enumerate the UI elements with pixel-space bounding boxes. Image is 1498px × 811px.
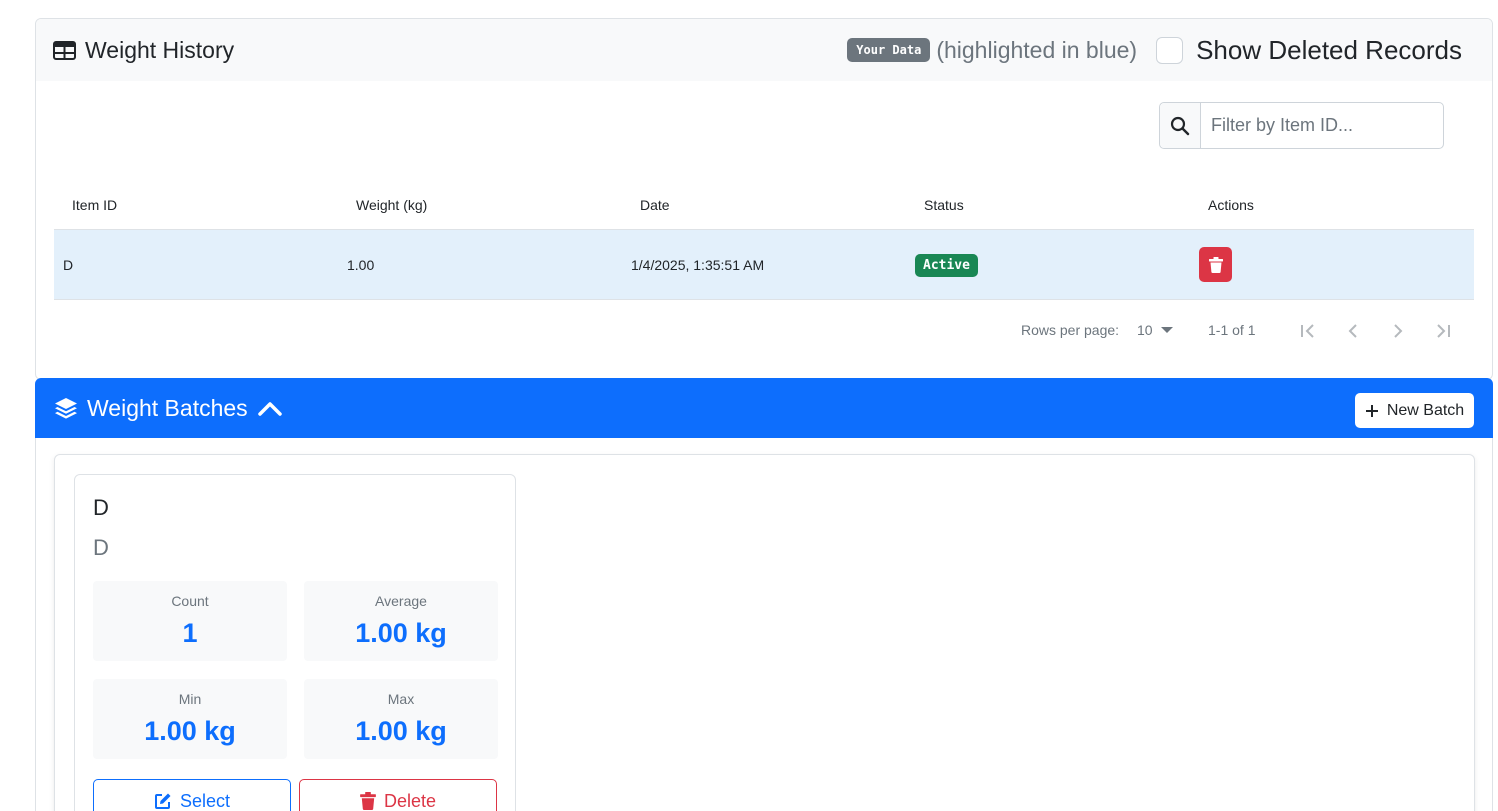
layers-icon: [55, 398, 77, 419]
trash-icon: [1208, 256, 1223, 273]
table-icon: [53, 40, 76, 60]
cell-status: Active: [915, 253, 1199, 277]
stat-average-label: Average: [375, 593, 427, 609]
select-batch-button[interactable]: Select: [93, 779, 291, 811]
stat-max-value: 1.00 kg: [355, 716, 447, 746]
weight-history-title: Weight History: [53, 37, 234, 64]
delete-label: Delete: [383, 790, 437, 811]
chevron-up-icon[interactable]: [257, 399, 283, 417]
pagination: Rows per page: 10 1-1 of 1: [36, 319, 1492, 343]
edit-icon: [154, 793, 171, 809]
column-header-weight[interactable]: Weight (kg): [356, 197, 640, 213]
batches-container: D D Count 1 Average 1.00 kg Min 1.00 kg …: [54, 454, 1475, 811]
show-deleted-label[interactable]: Show Deleted Records: [1196, 35, 1462, 66]
batch-description: D: [93, 535, 109, 560]
column-header-actions: Actions: [1208, 197, 1254, 213]
chevron-left-icon: [1348, 324, 1357, 338]
trash-icon: [360, 792, 376, 810]
weight-batches-body: D D Count 1 Average 1.00 kg Min 1.00 kg …: [35, 438, 1493, 811]
pagination-range: 1-1 of 1: [1208, 322, 1256, 338]
column-header-item-id[interactable]: Item ID: [72, 197, 356, 213]
delete-batch-button[interactable]: Delete: [299, 779, 497, 811]
stat-count: Count 1: [93, 581, 287, 661]
first-page-button[interactable]: [1296, 319, 1320, 343]
weight-batches-header: Weight Batches New Batch: [35, 378, 1493, 438]
stat-min-value: 1.00 kg: [144, 716, 236, 746]
rows-per-page-select[interactable]: 10: [1137, 322, 1173, 338]
stat-count-value: 1: [182, 618, 198, 648]
stat-min: Min 1.00 kg: [93, 679, 287, 759]
table-row: D 1.00 1/4/2025, 1:35:51 AM Active: [54, 230, 1474, 300]
select-label: Select: [179, 790, 231, 811]
search-icon: [1160, 103, 1201, 148]
stat-average: Average 1.00 kg: [304, 581, 498, 661]
weight-batches-title-text: Weight Batches: [87, 394, 248, 421]
weight-history-title-text: Weight History: [85, 36, 235, 63]
filter-input[interactable]: [1201, 103, 1443, 148]
column-header-status[interactable]: Status: [924, 197, 1208, 213]
cell-weight: 1.00: [347, 256, 375, 273]
chevron-right-icon: [1394, 324, 1403, 338]
previous-page-button[interactable]: [1341, 319, 1365, 343]
filter-group: [1159, 102, 1444, 149]
batch-card: D D Count 1 Average 1.00 kg Min 1.00 kg …: [74, 474, 516, 811]
table-header-row: Item ID Weight (kg) Date Status Actions: [54, 181, 1474, 230]
last-page-icon: [1437, 324, 1450, 338]
weight-batches-title[interactable]: Weight Batches: [54, 395, 283, 422]
weight-history-header: Weight History Your Data (highlighted in…: [36, 19, 1492, 81]
last-page-button[interactable]: [1431, 319, 1455, 343]
history-table: Item ID Weight (kg) Date Status Actions …: [54, 181, 1474, 300]
status-badge: Active: [915, 253, 978, 277]
cell-date: 1/4/2025, 1:35:51 AM: [631, 256, 765, 273]
your-data-badge: Your Data: [847, 38, 931, 62]
first-page-icon: [1301, 324, 1314, 338]
caret-down-icon: [1160, 326, 1173, 333]
stat-min-label: Min: [178, 691, 202, 707]
stat-count-label: Count: [171, 593, 209, 609]
rows-per-page-label: Rows per page:: [1021, 322, 1120, 338]
weight-history-card: Weight History Your Data (highlighted in…: [35, 18, 1493, 380]
show-deleted-checkbox[interactable]: [1156, 36, 1184, 64]
new-batch-label: New Batch: [1386, 401, 1465, 419]
plus-icon: [1365, 404, 1378, 417]
stat-average-value: 1.00 kg: [355, 618, 447, 648]
delete-row-button[interactable]: [1199, 247, 1232, 282]
column-header-date[interactable]: Date: [640, 197, 924, 213]
new-batch-button[interactable]: New Batch: [1355, 393, 1474, 428]
stat-max: Max 1.00 kg: [304, 679, 498, 759]
rows-per-page-value: 10: [1137, 322, 1153, 338]
batch-name: D: [93, 495, 109, 520]
stat-max-label: Max: [387, 691, 415, 707]
highlight-note: (highlighted in blue): [936, 36, 1138, 63]
next-page-button[interactable]: [1386, 319, 1410, 343]
history-header-controls: Your Data (highlighted in blue) Show Del…: [847, 19, 1462, 81]
cell-item-id: D: [63, 256, 74, 273]
